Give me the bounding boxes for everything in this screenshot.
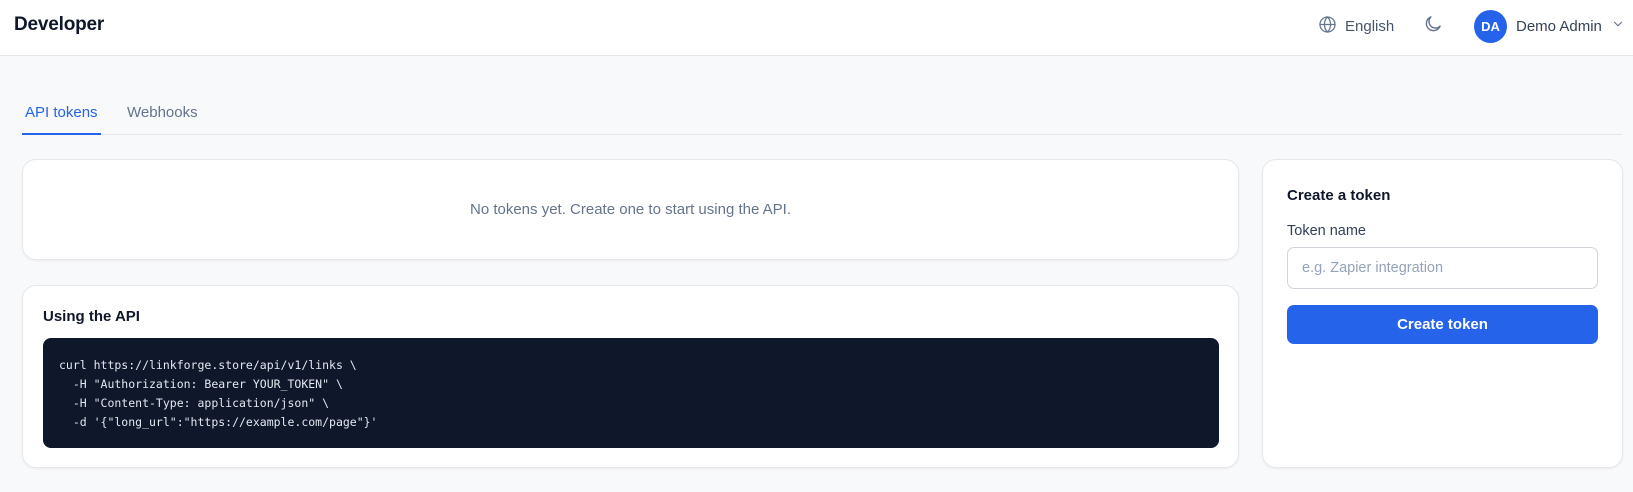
create-token-card: Create a token Token name Create token bbox=[1262, 159, 1623, 468]
top-bar: Developer English DA Demo Admin bbox=[0, 0, 1633, 56]
tab-api-tokens[interactable]: API tokens bbox=[22, 90, 101, 135]
code-snippet: curl https://linkforge.store/api/v1/link… bbox=[43, 338, 1219, 448]
empty-state-message: No tokens yet. Create one to start using… bbox=[469, 201, 791, 218]
avatar: DA bbox=[1474, 9, 1507, 43]
user-name: Demo Admin bbox=[1516, 17, 1602, 35]
token-name-input[interactable] bbox=[1287, 247, 1598, 289]
usage-title: Using the API bbox=[43, 308, 140, 325]
token-name-label: Token name bbox=[1287, 223, 1366, 239]
chevron-down-icon bbox=[1611, 17, 1625, 36]
tab-webhooks[interactable]: Webhooks bbox=[124, 90, 201, 135]
globe-icon bbox=[1318, 15, 1337, 38]
api-usage-card: Using the API curl https://linkforge.sto… bbox=[22, 285, 1239, 468]
create-token-title: Create a token bbox=[1287, 187, 1391, 204]
tab-bar: API tokens Webhooks bbox=[22, 90, 1622, 135]
create-token-button[interactable]: Create token bbox=[1287, 305, 1598, 344]
theme-toggle-button[interactable] bbox=[1421, 14, 1445, 38]
tokens-list-card: No tokens yet. Create one to start using… bbox=[22, 159, 1239, 260]
language-selector[interactable]: English bbox=[1318, 15, 1394, 37]
moon-icon bbox=[1423, 14, 1443, 39]
page-title: Developer bbox=[14, 14, 105, 35]
user-menu[interactable]: DA Demo Admin bbox=[1474, 9, 1625, 43]
language-label: English bbox=[1345, 17, 1395, 35]
